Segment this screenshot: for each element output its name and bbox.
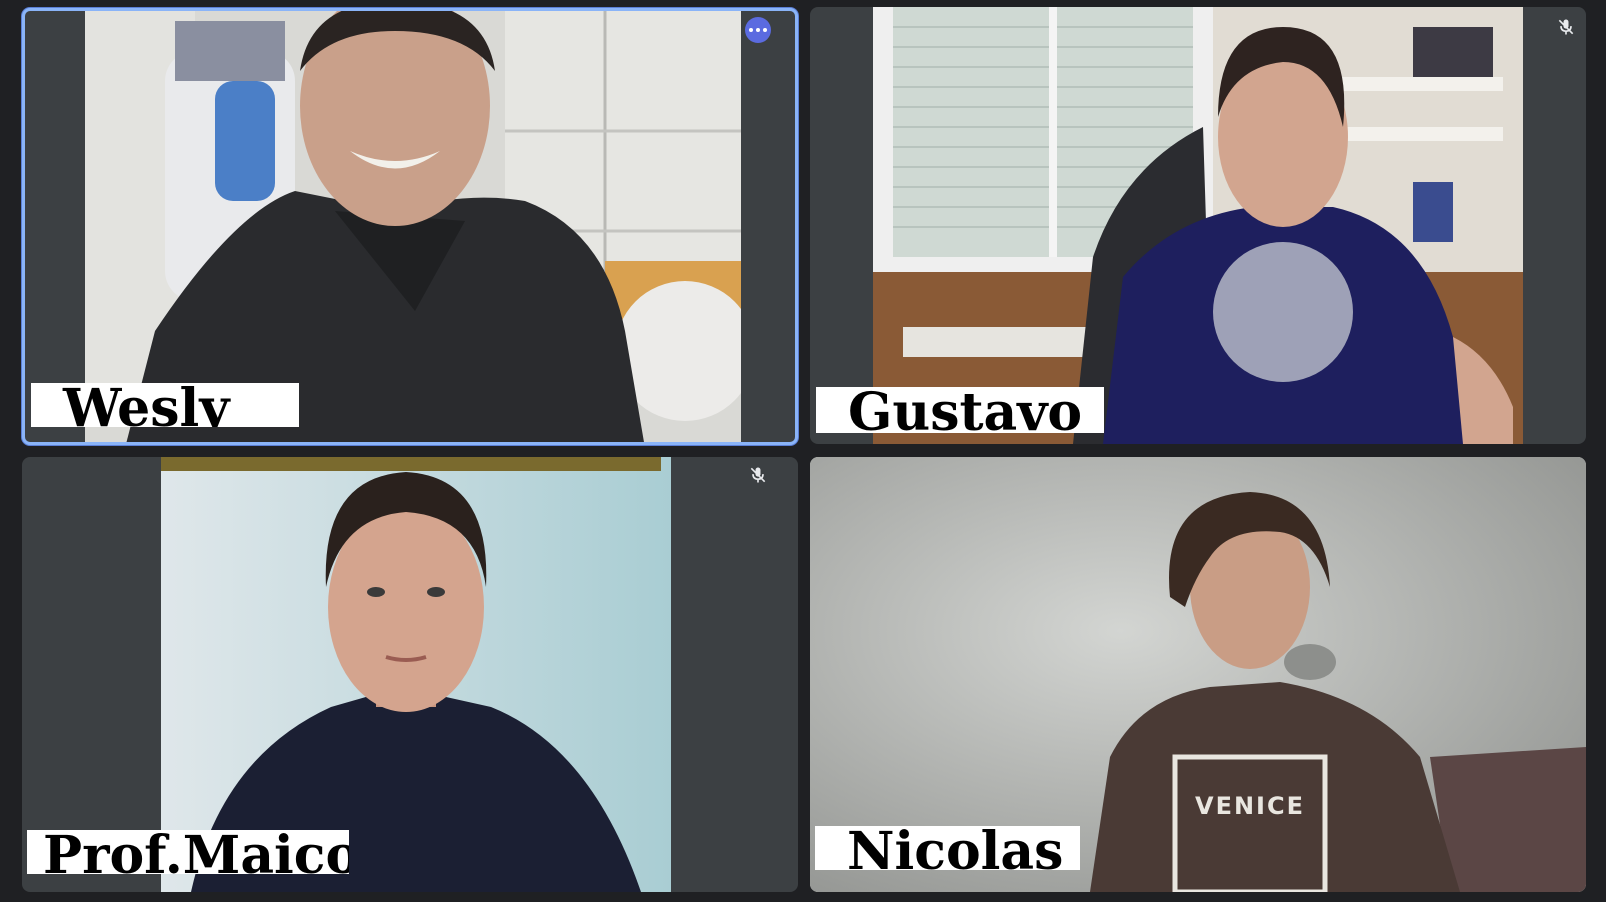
participant-tile-gustavo[interactable]: Gustavo — [810, 7, 1586, 444]
participant-name-label: Gustavo — [816, 387, 1104, 433]
video-call-grid: Wesly Gustavo Prof.Maico VENICE Nicolas — [0, 0, 1606, 902]
participant-tile-prof-maicon[interactable]: Prof.Maicon — [22, 457, 798, 892]
participant-video-wesly — [85, 11, 741, 442]
more-horizontal-icon — [749, 28, 753, 32]
more-options-button[interactable] — [745, 17, 771, 43]
participant-tile-nicolas[interactable]: VENICE Nicolas — [810, 457, 1586, 892]
video-frame-wesly — [85, 11, 741, 442]
mic-off-icon — [750, 467, 766, 483]
shirt-print-text: VENICE — [1195, 792, 1305, 820]
more-horizontal-icon-dot — [763, 28, 767, 32]
participant-video-prof-maicon — [161, 457, 671, 892]
more-horizontal-icon-dot — [756, 28, 760, 32]
mic-off-icon — [1558, 19, 1574, 35]
video-frame-prof-maicon — [161, 457, 671, 892]
participant-name-label: Prof.Maicon — [27, 830, 349, 874]
participant-video-gustavo — [873, 7, 1523, 444]
participant-name-label: Nicolas — [815, 826, 1080, 870]
participant-tile-wesly[interactable]: Wesly — [22, 8, 798, 445]
participant-name-label: Wesly — [31, 383, 299, 427]
video-frame-gustavo — [873, 7, 1523, 444]
